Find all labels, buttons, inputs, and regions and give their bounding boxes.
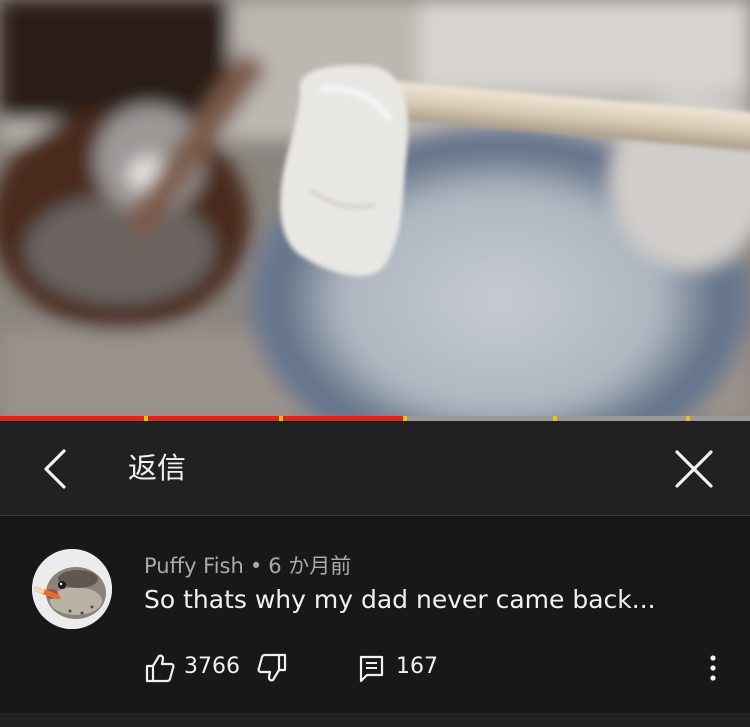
comment-time: 6 か月前 [268,554,352,578]
close-button[interactable] [670,445,718,493]
chevron-left-icon [44,449,66,489]
replies-header: 返信 [0,421,750,516]
reply-button[interactable] [358,652,386,684]
like-count: 3766 [184,654,240,679]
more-vertical-icon [710,655,716,681]
thumbs-up-icon [145,654,175,683]
comment-icon [359,655,384,683]
back-button[interactable] [36,445,76,493]
comment-author[interactable]: Puffy Fish [144,554,244,578]
avatar[interactable] [32,549,112,629]
like-button[interactable] [144,652,176,684]
panel-title: 返信 [128,451,187,485]
more-options-button[interactable] [700,650,726,686]
comment-meta: Puffy Fish • 6 か月前 [144,550,351,580]
comment: Puffy Fish • 6 か月前 So thats why my dad nev… [0,516,750,713]
next-item-edge [0,713,750,727]
thumbs-down-icon [257,653,287,682]
comment-text: So thats why my dad never came back... [144,585,656,614]
close-icon [675,450,713,488]
puffer-fish-avatar-image [32,549,112,629]
comment-actions: 3766 167 [0,648,750,688]
reply-count: 167 [396,654,438,679]
video-frame [0,0,750,416]
dislike-button[interactable] [256,652,288,684]
video-player[interactable] [0,0,750,416]
meta-separator: • [249,554,263,578]
